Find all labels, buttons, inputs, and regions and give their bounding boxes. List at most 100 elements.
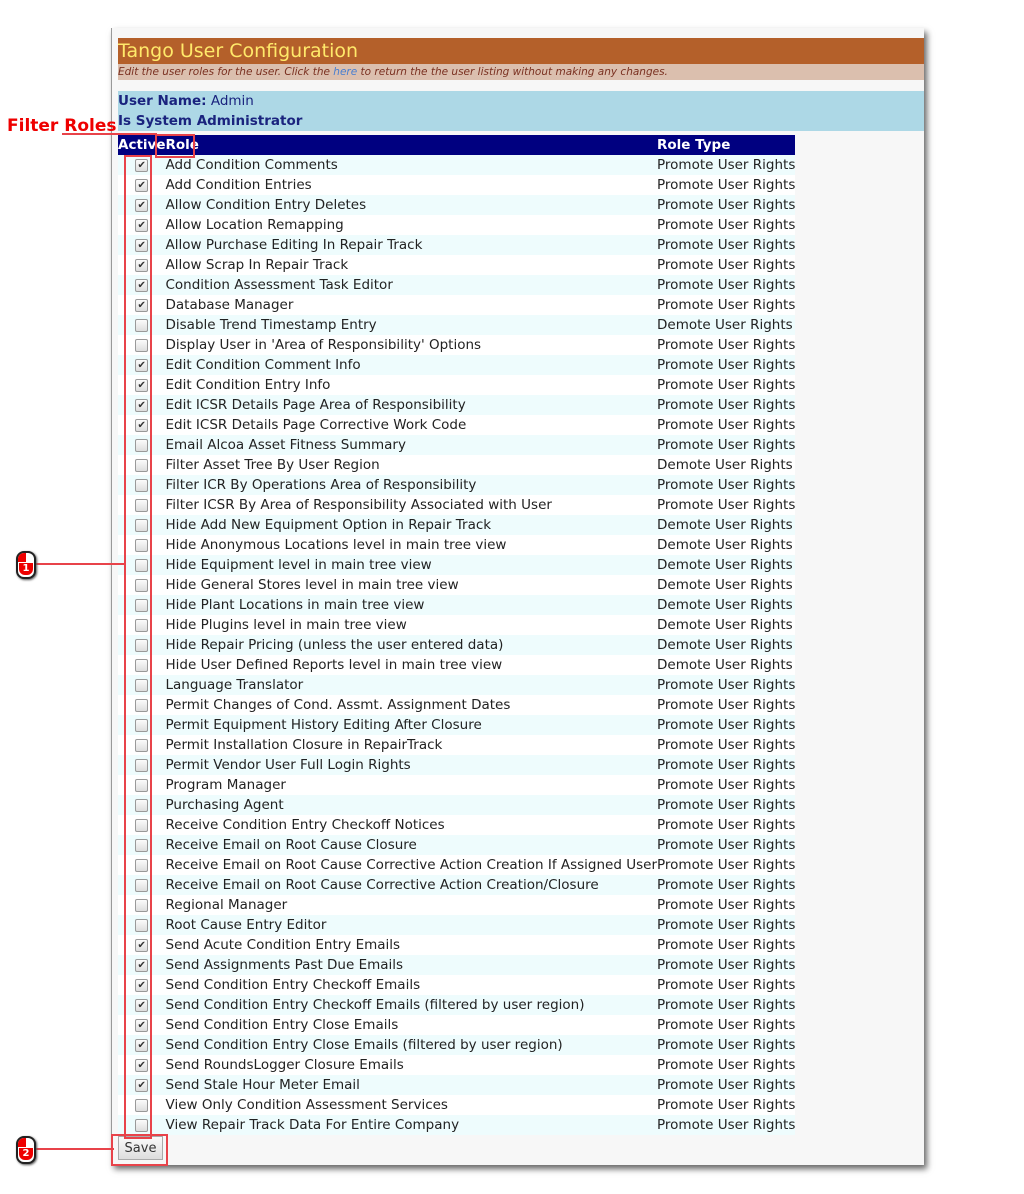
role-name: Hide Plant Locations in main tree view <box>165 595 657 615</box>
table-row: Email Alcoa Asset Fitness Summary Promote… <box>118 435 796 455</box>
table-row: Disable Trend Timestamp Entry Demote User… <box>118 315 796 335</box>
highlight-active-column <box>124 155 152 1139</box>
role-name: Hide Add New Equipment Option in Repair … <box>165 515 657 535</box>
role-type: Promote User Rights <box>657 875 796 895</box>
role-type: Promote User Rights <box>657 895 796 915</box>
table-row: ✔ Add Condition Comments Promote User Righ… <box>118 155 796 175</box>
role-type: Promote User Rights <box>657 415 796 435</box>
role-name: Send Stale Hour Meter Email <box>165 1075 657 1095</box>
role-name: Filter ICR By Operations Area of Respons… <box>165 475 657 495</box>
user-name-value: Admin <box>210 93 254 109</box>
user-info: User Name: Admin Is System Administrator <box>118 91 924 131</box>
role-name: Send Condition Entry Close Emails <box>165 1015 657 1035</box>
role-type: Demote User Rights <box>657 595 796 615</box>
table-row: ✔ Send Condition Entry Checkoff Emails Pro… <box>118 975 796 995</box>
role-type: Promote User Rights <box>657 215 796 235</box>
table-row: ✔ Send Condition Entry Checkoff Emails (f… <box>118 995 796 1015</box>
role-type: Promote User Rights <box>657 995 796 1015</box>
role-type: Demote User Rights <box>657 615 796 635</box>
role-type: Promote User Rights <box>657 975 796 995</box>
filter-roles-callout: Filter Roles <box>7 116 117 136</box>
role-name: Add Condition Entries <box>165 175 657 195</box>
role-name: Allow Scrap In Repair Track <box>165 255 657 275</box>
role-type: Promote User Rights <box>657 355 796 375</box>
role-type: Demote User Rights <box>657 535 796 555</box>
role-name: Email Alcoa Asset Fitness Summary <box>165 435 657 455</box>
role-type: Promote User Rights <box>657 175 796 195</box>
table-row: ✔ Add Condition Entries Promote User Right… <box>118 175 796 195</box>
table-row: ✔ Allow Scrap In Repair Track Promote User… <box>118 255 796 275</box>
role-type: Demote User Rights <box>657 635 796 655</box>
role-name: Send Condition Entry Checkoff Emails <box>165 975 657 995</box>
table-row: Filter ICSR By Area of Responsibility As… <box>118 495 796 515</box>
table-row: Hide Anonymous Locations level in main t… <box>118 535 796 555</box>
role-type: Promote User Rights <box>657 255 796 275</box>
table-row: Filter Asset Tree By User Region Demote U… <box>118 455 796 475</box>
table-row: ✔ Send Condition Entry Close Emails (filt… <box>118 1035 796 1055</box>
role-type: Promote User Rights <box>657 1055 796 1075</box>
page-subtitle: Edit the user roles for the user. Click … <box>118 64 924 80</box>
role-type: Promote User Rights <box>657 675 796 695</box>
role-name: Send Condition Entry Close Emails (filte… <box>165 1035 657 1055</box>
role-type: Promote User Rights <box>657 335 796 355</box>
table-row: Purchasing Agent Promote User Rights <box>118 795 796 815</box>
table-row: Hide Equipment level in main tree view De… <box>118 555 796 575</box>
callout-line <box>62 133 157 135</box>
table-row: ✔ Database Manager Promote User Rights <box>118 295 796 315</box>
table-row: ✔ Condition Assessment Task Editor Promote… <box>118 275 796 295</box>
highlight-save-button <box>111 1134 168 1166</box>
role-type: Promote User Rights <box>657 815 796 835</box>
mouse-click-icon: 2 <box>16 1136 36 1164</box>
role-type: Promote User Rights <box>657 775 796 795</box>
role-type: Promote User Rights <box>657 1095 796 1115</box>
role-type: Promote User Rights <box>657 1075 796 1095</box>
role-type: Demote User Rights <box>657 655 796 675</box>
role-name: Receive Condition Entry Checkoff Notices <box>165 815 657 835</box>
table-row: Receive Email on Root Cause Corrective A… <box>118 855 796 875</box>
role-name: Send RoundsLogger Closure Emails <box>165 1055 657 1075</box>
table-row: Permit Installation Closure in RepairTra… <box>118 735 796 755</box>
header-role-type[interactable]: Role Type <box>657 135 796 155</box>
role-name: Hide Plugins level in main tree view <box>165 615 657 635</box>
role-type: Promote User Rights <box>657 295 796 315</box>
table-row: ✔ Allow Purchase Editing In Repair Track P… <box>118 235 796 255</box>
table-row: ✔ Send Assignments Past Due Emails Promote… <box>118 955 796 975</box>
table-row: ✔ Send Acute Condition Entry Emails Promot… <box>118 935 796 955</box>
role-type: Demote User Rights <box>657 555 796 575</box>
table-row: ✔ Edit Condition Comment Info Promote User… <box>118 355 796 375</box>
role-type: Demote User Rights <box>657 315 796 335</box>
callout-line <box>34 563 126 565</box>
table-row: ✔ Send Condition Entry Close Emails Promot… <box>118 1015 796 1035</box>
table-row: Program Manager Promote User Rights <box>118 775 796 795</box>
role-name: Permit Equipment History Editing After C… <box>165 715 657 735</box>
mouse-click-icon: 1 <box>16 551 36 579</box>
role-type: Promote User Rights <box>657 495 796 515</box>
role-type: Promote User Rights <box>657 755 796 775</box>
role-type: Promote User Rights <box>657 735 796 755</box>
role-type: Promote User Rights <box>657 855 796 875</box>
table-row: Display User in 'Area of Responsibility'… <box>118 335 796 355</box>
role-type: Promote User Rights <box>657 835 796 855</box>
callout-line <box>34 1148 114 1150</box>
header-role[interactable]: Role <box>165 135 657 155</box>
return-link[interactable]: here <box>333 66 357 78</box>
role-type: Demote User Rights <box>657 515 796 535</box>
role-name: Filter ICSR By Area of Responsibility As… <box>165 495 657 515</box>
table-row: Regional Manager Promote User Rights <box>118 895 796 915</box>
table-row: Hide Plugins level in main tree view Demo… <box>118 615 796 635</box>
role-type: Demote User Rights <box>657 455 796 475</box>
role-name: View Only Condition Assessment Services <box>165 1095 657 1115</box>
role-type: Promote User Rights <box>657 395 796 415</box>
role-name: Edit Condition Entry Info <box>165 375 657 395</box>
role-name: Hide User Defined Reports level in main … <box>165 655 657 675</box>
role-type: Promote User Rights <box>657 915 796 935</box>
table-row: Hide Repair Pricing (unless the user ent… <box>118 635 796 655</box>
role-name: Send Condition Entry Checkoff Emails (fi… <box>165 995 657 1015</box>
role-type: Promote User Rights <box>657 1035 796 1055</box>
role-type: Promote User Rights <box>657 715 796 735</box>
role-name: Hide General Stores level in main tree v… <box>165 575 657 595</box>
role-name: Permit Installation Closure in RepairTra… <box>165 735 657 755</box>
table-row: Permit Changes of Cond. Assmt. Assignmen… <box>118 695 796 715</box>
table-row: Root Cause Entry Editor Promote User Righ… <box>118 915 796 935</box>
role-name: Purchasing Agent <box>165 795 657 815</box>
